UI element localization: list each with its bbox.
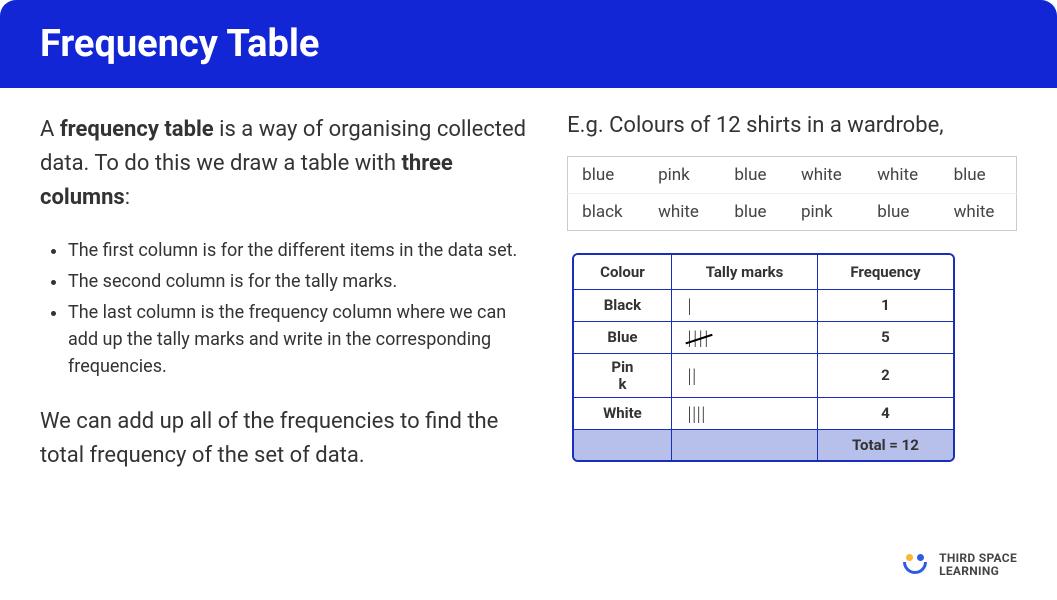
bullet-item: The last column is the frequency column … (68, 299, 537, 380)
table-row: Blue |||| 5 (574, 322, 952, 354)
raw-cell: blue (568, 157, 644, 194)
left-column: A frequency table is a way of organising… (40, 113, 537, 473)
tally-cell: |||| (672, 398, 819, 430)
header-bar: Frequency Table (0, 0, 1057, 88)
freq-cell: 2 (818, 354, 952, 398)
raw-data-table: blue pink blue white white blue black wh… (567, 156, 1017, 231)
example-title: E.g. Colours of 12 shirts in a wardrobe, (567, 113, 1017, 138)
frequency-table-wrap: Colour Tally marks Frequency Black | 1 B… (572, 253, 954, 462)
table-row: White |||| 4 (574, 398, 952, 430)
col-header-colour: Colour (574, 255, 672, 290)
bullet-list: The first column is for the different it… (40, 237, 537, 380)
raw-cell: blue (720, 194, 787, 231)
lesson-card: Frequency Table A frequency table is a w… (0, 0, 1057, 600)
brand-line-1: THIRD SPACE (939, 551, 1017, 565)
outro-paragraph: We can add up all of the frequencies to … (40, 405, 537, 473)
col-header-frequency: Frequency (818, 255, 952, 290)
row-label: White (574, 398, 672, 430)
raw-cell: pink (644, 157, 720, 194)
row-label: Black (574, 290, 672, 322)
table-row: black white blue pink blue white (568, 194, 1017, 231)
tally-cell: | (672, 290, 819, 322)
freq-cell: 4 (818, 398, 952, 430)
page-title: Frequency Table (40, 22, 1017, 66)
freq-cell: 5 (818, 322, 952, 354)
raw-cell: blue (720, 157, 787, 194)
logo-icon (901, 554, 929, 576)
raw-cell: white (863, 157, 939, 194)
intro-text-3: : (125, 185, 130, 210)
total-row: Total = 12 (574, 430, 952, 460)
row-label: Pink (574, 354, 672, 398)
total-cell: Total = 12 (818, 430, 952, 460)
logo-text: THIRD SPACE LEARNING (939, 552, 1017, 578)
tally-cell: |||| (672, 322, 819, 354)
row-label: Blue (574, 322, 672, 354)
brand-logo: THIRD SPACE LEARNING (901, 552, 1017, 578)
intro-paragraph: A frequency table is a way of organising… (40, 113, 537, 215)
raw-cell: white (644, 194, 720, 231)
bullet-item: The second column is for the tally marks… (68, 268, 537, 295)
raw-cell: blue (940, 157, 1017, 194)
total-spacer (574, 430, 672, 460)
brand-line-2: LEARNING (939, 564, 999, 578)
total-spacer (672, 430, 819, 460)
right-column: E.g. Colours of 12 shirts in a wardrobe,… (567, 113, 1017, 473)
table-row: blue pink blue white white blue (568, 157, 1017, 194)
raw-cell: black (568, 194, 644, 231)
freq-cell: 1 (818, 290, 952, 322)
table-row: Pink || 2 (574, 354, 952, 398)
tally-cell: || (672, 354, 819, 398)
raw-cell: pink (787, 194, 863, 231)
content-area: A frequency table is a way of organising… (0, 88, 1057, 498)
col-header-tally: Tally marks (672, 255, 819, 290)
table-header-row: Colour Tally marks Frequency (574, 255, 952, 290)
table-row: Black | 1 (574, 290, 952, 322)
intro-bold-1: frequency table (60, 117, 214, 142)
frequency-table: Colour Tally marks Frequency Black | 1 B… (572, 253, 954, 462)
bullet-item: The first column is for the different it… (68, 237, 537, 264)
raw-cell: blue (863, 194, 939, 231)
raw-cell: white (940, 194, 1017, 231)
raw-cell: white (787, 157, 863, 194)
intro-text-1: A (40, 117, 60, 142)
